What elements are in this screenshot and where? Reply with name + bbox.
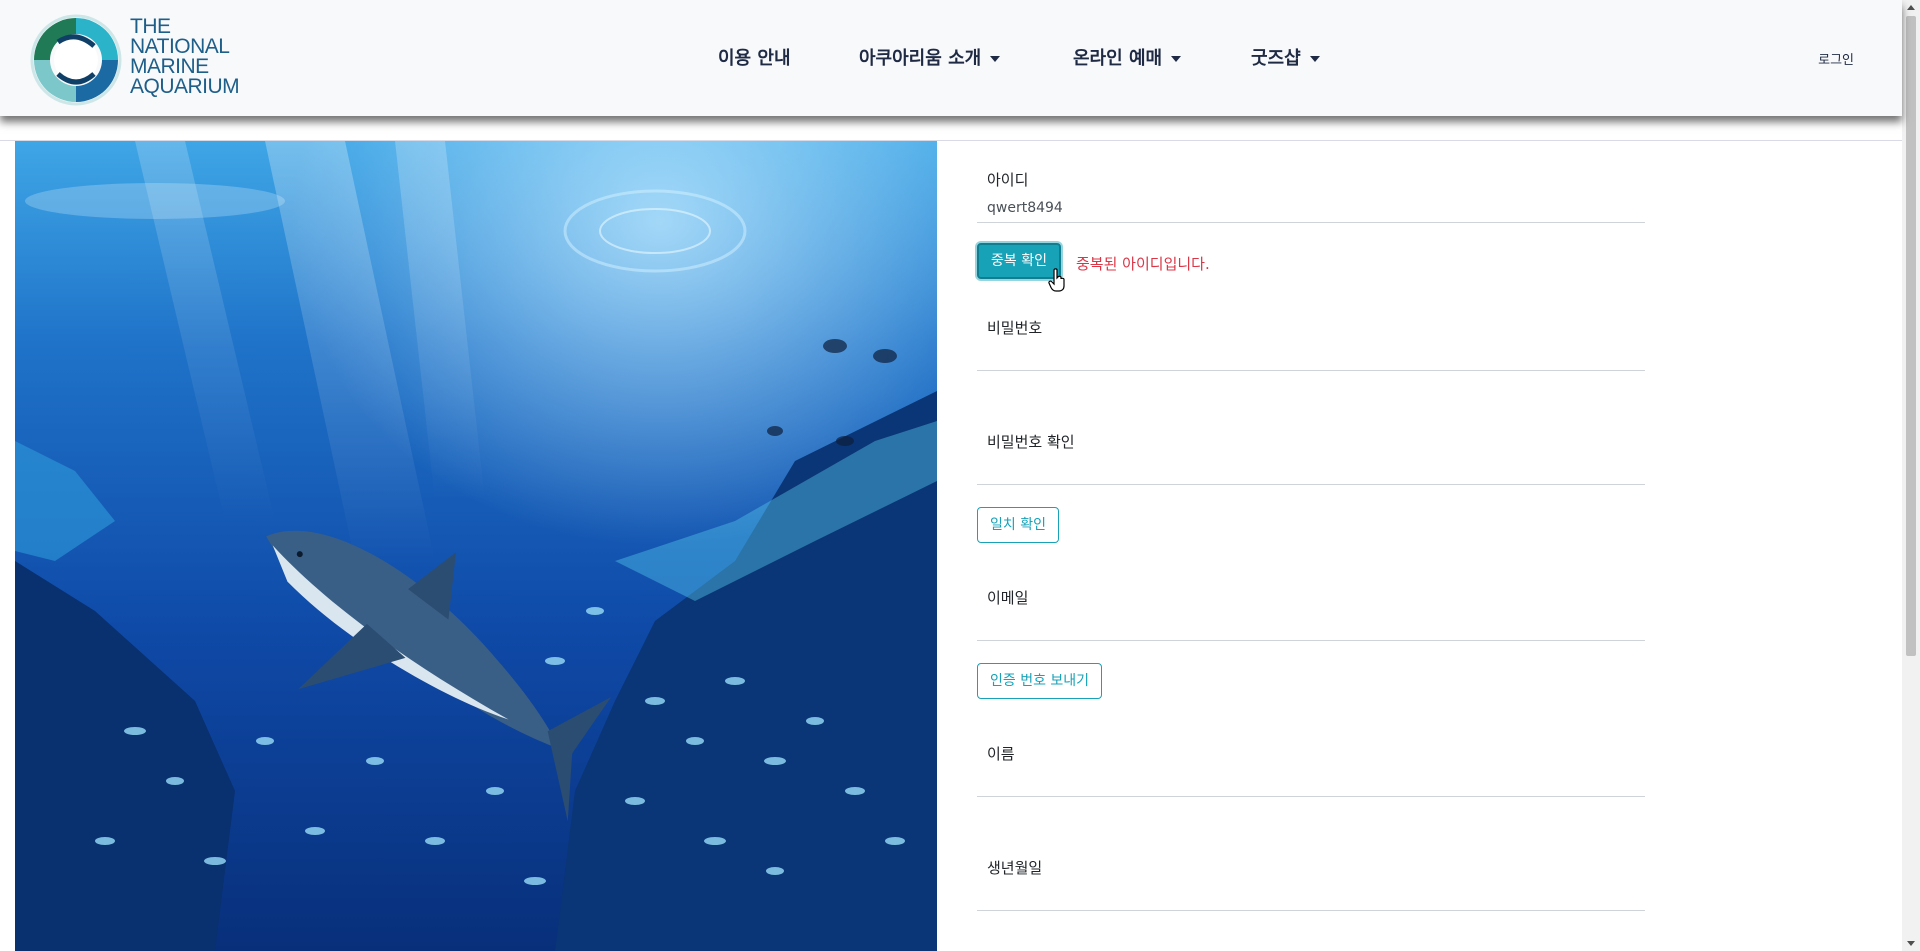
email-label: 이메일	[987, 589, 1029, 607]
password-input[interactable]	[977, 341, 1645, 371]
send-verification-code-button[interactable]: 인증 번호 보내기	[977, 663, 1103, 699]
site-header: THE NATIONAL MARINE AQUARIUM 이용 안내 아쿠아리움…	[0, 0, 1902, 116]
caret-down-icon	[1171, 56, 1182, 62]
scroll-up-arrow-icon[interactable]	[1907, 5, 1915, 10]
nav-item-label: 온라인 예매	[1073, 48, 1163, 69]
password-confirm-label: 비밀번호 확인	[987, 433, 1075, 451]
scroll-thumb[interactable]	[1906, 16, 1916, 656]
birthdate-label: 생년월일	[987, 859, 1043, 877]
id-label: 아이디	[987, 171, 1029, 189]
caret-down-icon	[1309, 56, 1320, 62]
name-label: 이름	[987, 745, 1015, 763]
nav-item-label: 굿즈샵	[1251, 48, 1301, 69]
email-input[interactable]	[977, 611, 1645, 641]
hand-cursor-icon	[1048, 268, 1065, 292]
nav-item-label: 이용 안내	[718, 48, 791, 69]
scroll-down-arrow-icon[interactable]	[1907, 941, 1915, 946]
nav-item-usage-guide[interactable]: 이용 안내	[718, 44, 791, 70]
password-confirm-input[interactable]	[977, 455, 1645, 485]
nav-item-online-booking[interactable]: 온라인 예매	[1073, 44, 1182, 70]
main-nav: 이용 안내 아쿠아리움 소개 온라인 예매 굿즈샵	[0, 44, 1902, 74]
caret-down-icon	[990, 56, 1001, 62]
nav-item-aquarium-intro[interactable]: 아쿠아리움 소개	[859, 44, 1001, 70]
nav-item-goods-shop[interactable]: 굿즈샵	[1251, 44, 1320, 70]
match-check-button[interactable]: 일치 확인	[977, 507, 1059, 543]
id-input[interactable]	[977, 193, 1645, 223]
password-label: 비밀번호	[987, 319, 1043, 337]
logo-line: THE	[130, 15, 171, 38]
nav-item-label: 아쿠아리움 소개	[859, 48, 982, 69]
logo-line: AQUARIUM	[130, 75, 240, 98]
page-scrollbar[interactable]	[1902, 0, 1920, 951]
login-link[interactable]: 로그인	[1818, 49, 1854, 68]
duplicate-id-message: 중복된 아이디입니다.	[1076, 255, 1210, 273]
name-input[interactable]	[977, 767, 1645, 797]
shark-underwater-image	[15, 141, 937, 951]
birthdate-input[interactable]	[977, 881, 1645, 911]
